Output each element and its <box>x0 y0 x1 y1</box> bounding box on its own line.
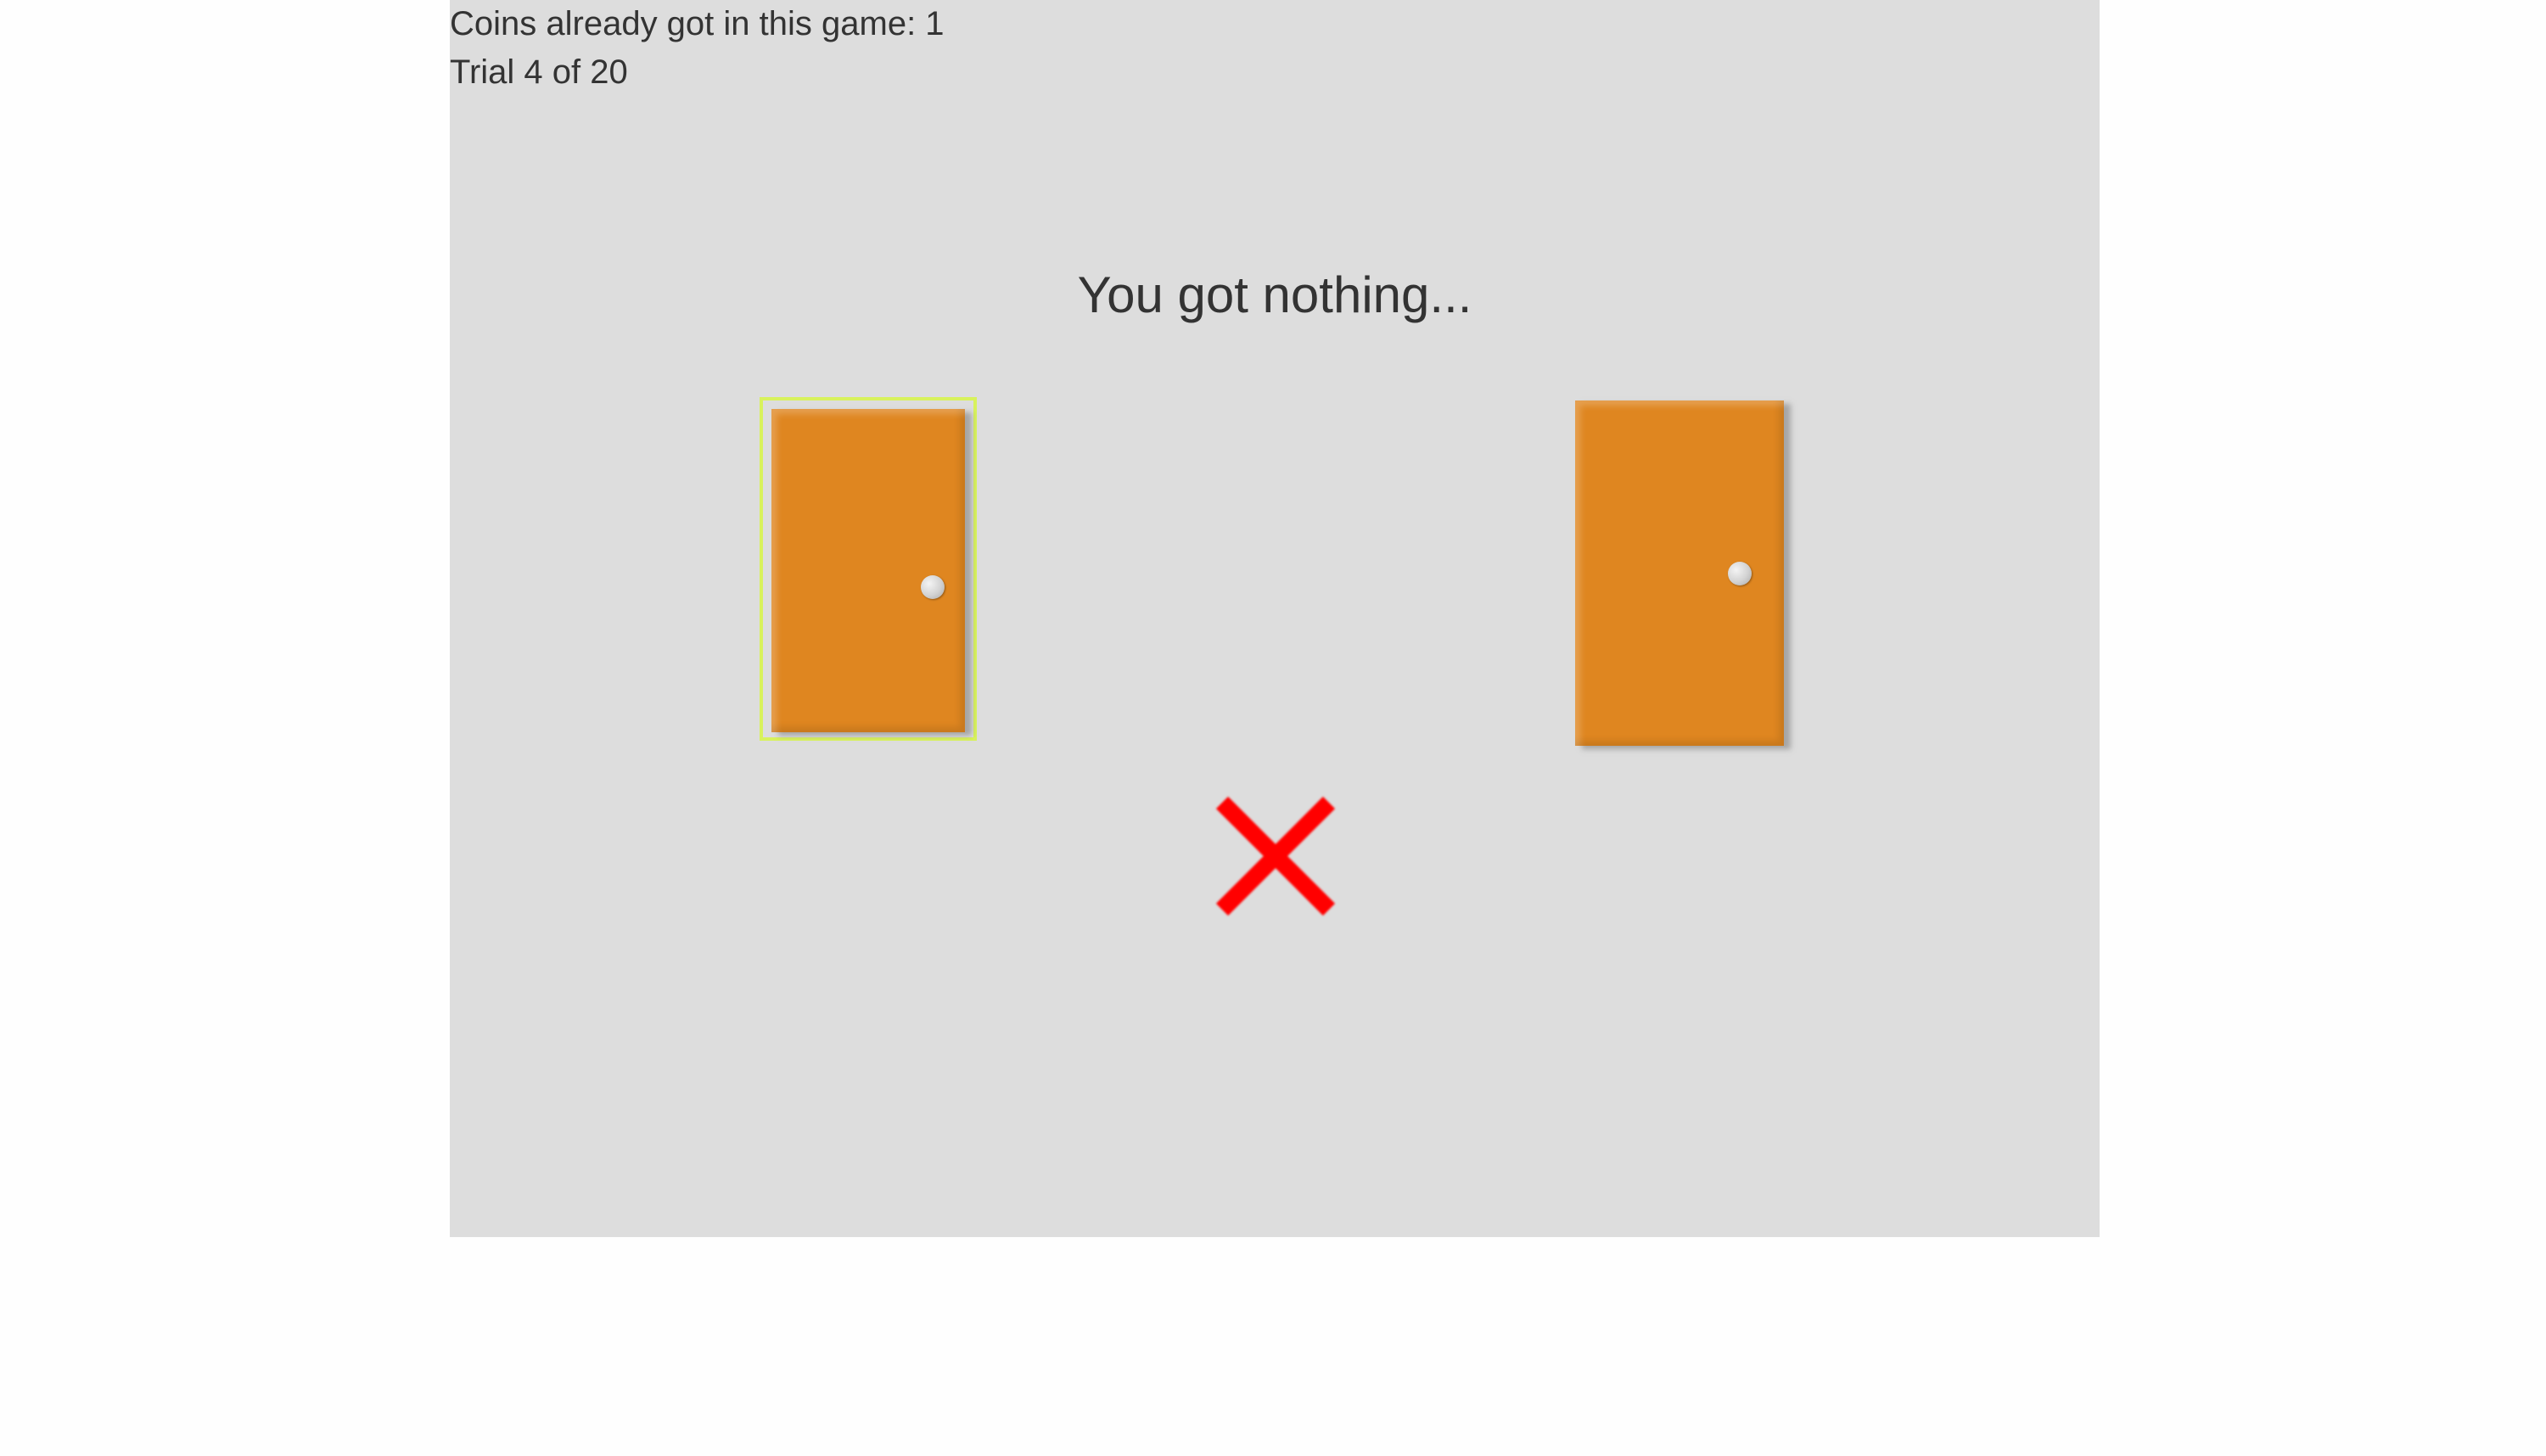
game-area: Coins already got in this game: 1 Trial … <box>450 0 2100 1237</box>
right-door[interactable] <box>1575 400 1784 746</box>
door-knob-icon <box>921 575 945 599</box>
left-door[interactable] <box>771 409 965 732</box>
cross-icon <box>1215 796 1336 916</box>
selected-door-highlight <box>760 397 977 741</box>
trial-counter: Trial 4 of 20 <box>450 53 628 91</box>
coins-counter: Coins already got in this game: 1 <box>450 5 945 42</box>
door-knob-icon <box>1728 562 1752 585</box>
feedback-message: You got nothing... <box>1077 266 1472 323</box>
right-door-container <box>1575 400 1784 746</box>
